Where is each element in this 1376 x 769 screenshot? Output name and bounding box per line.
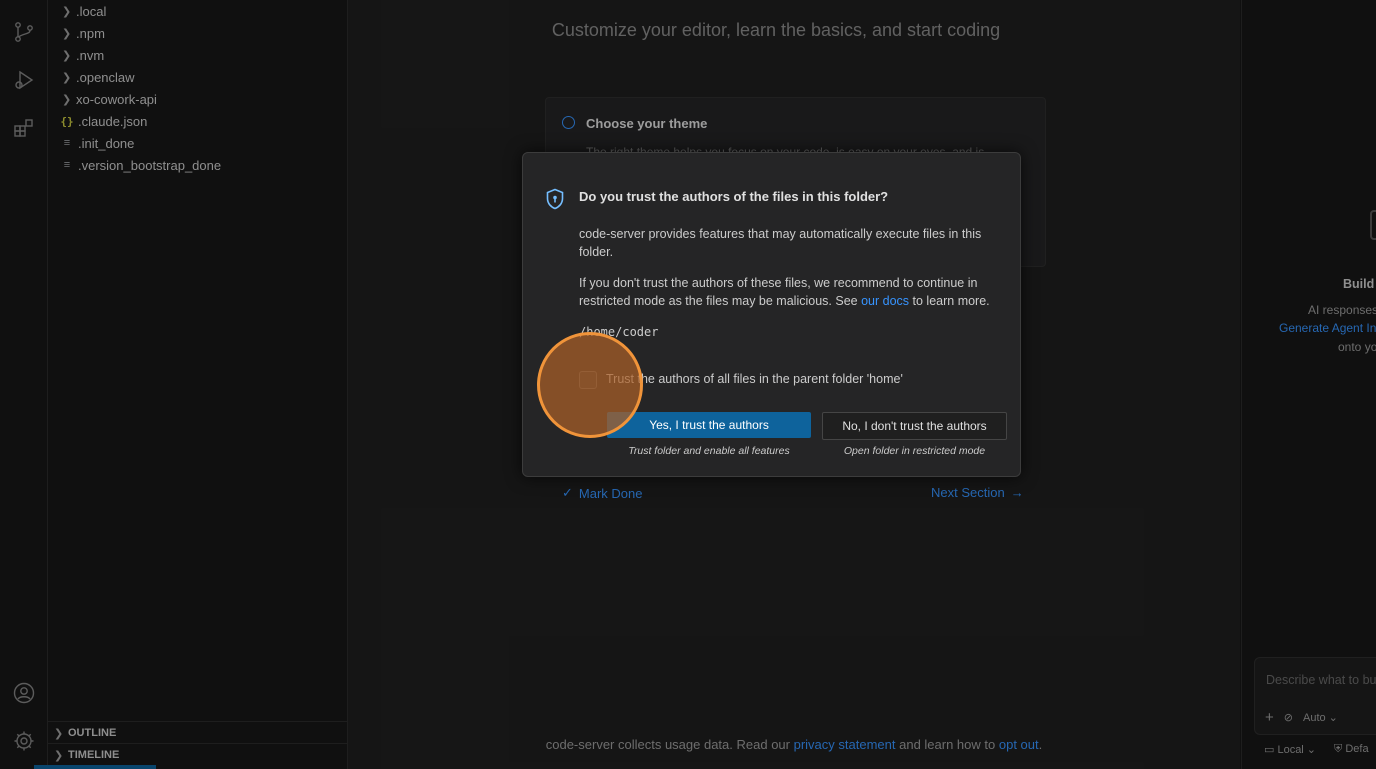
trust-authors-button[interactable]: Yes, I trust the authors xyxy=(607,412,811,438)
dialog-title: Do you trust the authors of the files in… xyxy=(579,189,889,204)
trust-parent-label[interactable]: Trust the authors of all files in the pa… xyxy=(606,372,903,386)
dont-trust-authors-button[interactable]: No, I don't trust the authors xyxy=(822,412,1007,440)
shield-icon xyxy=(545,188,565,210)
trust-button-hint: Trust folder and enable all features xyxy=(628,445,790,457)
our-docs-link[interactable]: our docs xyxy=(861,294,909,308)
cursor-click-indicator xyxy=(537,332,643,438)
dialog-detail-text: to learn more. xyxy=(912,294,990,308)
dialog-detail: If you don't trust the authors of these … xyxy=(579,274,1009,310)
dont-trust-button-hint: Open folder in restricted mode xyxy=(843,445,986,457)
dialog-message: code-server provides features that may a… xyxy=(579,227,982,259)
